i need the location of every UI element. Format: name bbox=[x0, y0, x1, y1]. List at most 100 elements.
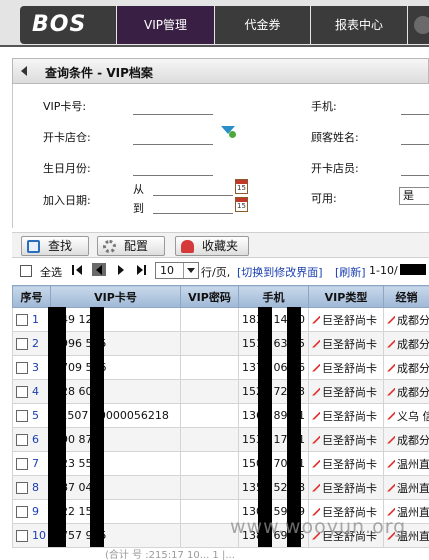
edit-icon[interactable] bbox=[312, 339, 320, 348]
switch-edit-link[interactable]: [切换到修改界面] bbox=[237, 264, 323, 280]
edit-icon[interactable] bbox=[312, 363, 320, 372]
row-number-link[interactable]: 5 bbox=[32, 409, 39, 422]
row-number-link[interactable]: 7 bbox=[32, 457, 39, 470]
edit-icon[interactable] bbox=[387, 483, 395, 492]
config-button[interactable]: 配置 bbox=[97, 236, 165, 256]
row-checkbox[interactable] bbox=[16, 481, 28, 494]
edit-icon[interactable] bbox=[387, 315, 395, 324]
row-number-link[interactable]: 9 bbox=[32, 505, 39, 518]
refresh-link[interactable]: [刷新] bbox=[335, 264, 366, 280]
vip-password-cell bbox=[180, 355, 239, 380]
row-number-link[interactable]: 10 bbox=[32, 529, 46, 542]
date-to-input[interactable] bbox=[153, 213, 233, 214]
row-number-link[interactable]: 4 bbox=[32, 385, 39, 398]
date-from-input[interactable] bbox=[153, 195, 233, 196]
favorites-button-label: 收藏夹 bbox=[202, 239, 239, 253]
redaction-bar bbox=[90, 307, 104, 547]
first-page-icon[interactable] bbox=[72, 263, 86, 277]
edit-icon[interactable] bbox=[387, 387, 395, 396]
phone-label: 手机: bbox=[311, 100, 337, 113]
row-number-link[interactable]: 8 bbox=[32, 481, 39, 494]
favorites-button[interactable]: 收藏夹 bbox=[175, 236, 249, 256]
gear-icon bbox=[103, 240, 116, 253]
tab-coupon[interactable]: 代金券 bbox=[215, 6, 310, 44]
col-header-index[interactable]: 序号 bbox=[12, 285, 51, 308]
row-number-link[interactable]: 6 bbox=[32, 433, 39, 446]
vip-type-cell: 巨圣舒尚卡 bbox=[308, 331, 384, 356]
col-header-vip-type[interactable]: VIP类型 bbox=[308, 285, 384, 308]
row-number-link[interactable]: 2 bbox=[32, 337, 39, 350]
redaction-bar bbox=[287, 307, 301, 547]
tab-vip-management[interactable]: VIP管理 bbox=[117, 6, 214, 44]
row-checkbox[interactable] bbox=[16, 505, 28, 518]
dealer-text: 温州直 bbox=[397, 457, 429, 471]
table-row[interactable]: 1 349 120 1834 149 0 巨圣舒尚卡 成都分 bbox=[12, 307, 429, 332]
phone-input[interactable] bbox=[401, 114, 429, 115]
row-checkbox[interactable] bbox=[16, 529, 28, 542]
row-index-cell: 7 bbox=[12, 451, 51, 476]
row-checkbox[interactable] bbox=[16, 385, 28, 398]
table-row[interactable]: 7 023 551 1502 707 1 巨圣舒尚卡 温州直 bbox=[12, 451, 429, 476]
table-row[interactable]: 3 1709 546 1370 069 6 巨圣舒尚卡 成都分 bbox=[12, 355, 429, 380]
row-checkbox[interactable] bbox=[16, 457, 28, 470]
calendar-from-icon[interactable]: 15 bbox=[235, 179, 248, 194]
calendar-to-icon[interactable]: 15 bbox=[235, 197, 248, 212]
vip-card-input[interactable] bbox=[133, 114, 213, 115]
tab-report-center[interactable]: 报表中心 bbox=[311, 6, 407, 44]
customer-name-input[interactable] bbox=[401, 144, 429, 145]
row-checkbox[interactable] bbox=[16, 409, 28, 422]
edit-icon[interactable] bbox=[312, 507, 320, 516]
dealer-text: 成都分 bbox=[397, 433, 429, 447]
next-page-icon[interactable] bbox=[118, 265, 124, 275]
edit-icon[interactable] bbox=[387, 507, 395, 516]
search-button-label: 查找 bbox=[48, 239, 73, 253]
edit-icon[interactable] bbox=[387, 459, 395, 468]
tab-more[interactable] bbox=[408, 6, 429, 44]
edit-icon[interactable] bbox=[312, 315, 320, 324]
col-header-vip-card[interactable]: VIP卡号 bbox=[50, 285, 181, 308]
table-row[interactable]: 2 1996 545 1519 635 5 巨圣舒尚卡 成都分 bbox=[12, 331, 429, 356]
edit-icon[interactable] bbox=[312, 483, 320, 492]
table-row[interactable]: 5k1507 000000562181362 898 1巨圣舒尚卡义乌 信 bbox=[12, 403, 429, 428]
vip-card-cell: 349 120 bbox=[50, 307, 181, 332]
col-header-vip-password[interactable]: VIP密码 bbox=[180, 285, 239, 308]
collapse-arrow-icon[interactable] bbox=[21, 66, 27, 76]
edit-icon[interactable] bbox=[387, 363, 395, 372]
bos-logo: BOS bbox=[20, 6, 116, 44]
edit-icon[interactable] bbox=[312, 435, 320, 444]
query-panel-header[interactable]: 查询条件 - VIP档案 bbox=[12, 58, 429, 84]
table-row[interactable]: 8 587 048 1358 522 8 巨圣舒尚卡 温州直 bbox=[12, 475, 429, 500]
page-size-select[interactable]: 10 bbox=[155, 262, 199, 279]
row-checkbox[interactable] bbox=[16, 313, 28, 326]
birth-month-input[interactable] bbox=[133, 175, 213, 176]
edit-icon[interactable] bbox=[387, 435, 395, 444]
row-index-cell: 8 bbox=[12, 475, 51, 500]
vip-type-cell: 巨圣舒尚卡 bbox=[308, 427, 384, 452]
edit-icon[interactable] bbox=[312, 459, 320, 468]
row-checkbox[interactable] bbox=[16, 337, 28, 350]
vip-type-text: 巨圣舒尚卡 bbox=[322, 409, 377, 423]
row-checkbox[interactable] bbox=[16, 433, 28, 446]
staff-input[interactable] bbox=[401, 175, 429, 176]
available-select[interactable]: 是 bbox=[399, 187, 429, 205]
edit-icon[interactable] bbox=[387, 339, 395, 348]
prev-page-arrow-icon bbox=[96, 265, 102, 275]
vip-card-cell: 022 159 bbox=[50, 499, 181, 524]
table-row[interactable]: 6 390 871 1539 174 1 巨圣舒尚卡 成都分 bbox=[12, 427, 429, 452]
edit-icon[interactable] bbox=[387, 411, 395, 420]
table-row[interactable]: 4 228 603 1522 720 3 巨圣舒尚卡 成都分 bbox=[12, 379, 429, 404]
last-page-icon[interactable] bbox=[137, 263, 151, 277]
filter-icon[interactable] bbox=[221, 126, 236, 138]
query-panel-title: 查询条件 - VIP档案 bbox=[45, 66, 153, 80]
edit-icon[interactable] bbox=[312, 387, 320, 396]
vip-card-label: VIP卡号: bbox=[43, 100, 87, 113]
store-input[interactable] bbox=[133, 144, 213, 145]
select-all-checkbox[interactable] bbox=[20, 265, 32, 277]
col-header-phone[interactable]: 手机 bbox=[238, 285, 309, 308]
row-number-link[interactable]: 1 bbox=[32, 313, 39, 326]
search-button[interactable]: 查找 bbox=[21, 236, 89, 256]
edit-icon[interactable] bbox=[312, 411, 320, 420]
row-checkbox[interactable] bbox=[16, 361, 28, 374]
col-header-dealer[interactable]: 经销 bbox=[383, 285, 429, 308]
row-number-link[interactable]: 3 bbox=[32, 361, 39, 374]
